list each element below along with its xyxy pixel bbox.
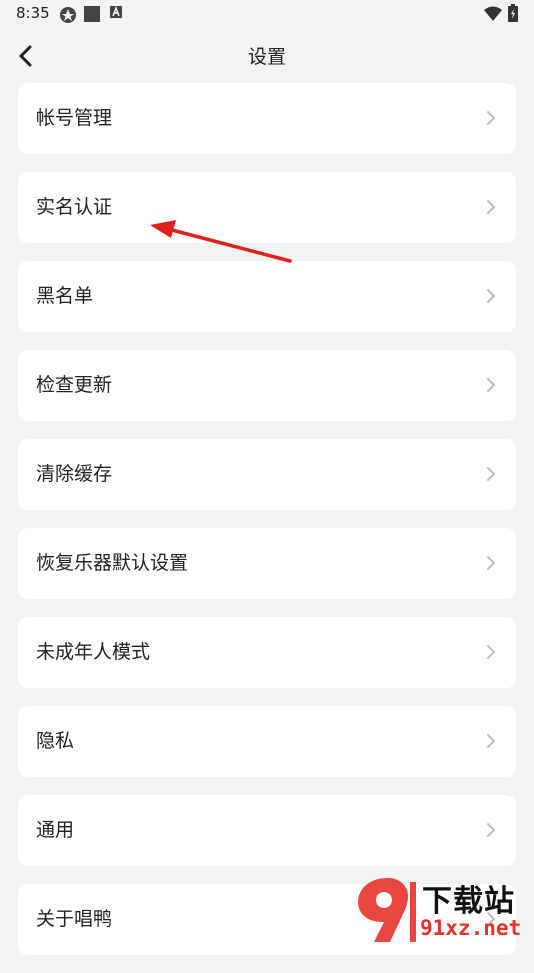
watermark: 下载站 91xz.net [352, 872, 528, 946]
status-time: 8:35 [16, 4, 50, 22]
settings-item-label: 隐私 [36, 730, 75, 752]
settings-item-label: 实名认证 [36, 196, 113, 218]
app-notification-icon [60, 7, 76, 23]
header: 设置 [0, 32, 534, 80]
chevron-right-icon [487, 467, 496, 481]
settings-item-label: 关于唱鸭 [36, 908, 113, 930]
chevron-right-icon [487, 556, 496, 570]
chevron-right-icon [487, 823, 496, 837]
settings-item-minor-mode[interactable]: 未成年人模式 [18, 617, 516, 688]
wifi-icon [484, 6, 502, 21]
settings-item-label: 帐号管理 [36, 107, 113, 129]
settings-item-blacklist[interactable]: 黑名单 [18, 261, 516, 332]
watermark-brand: 下载站 [422, 884, 515, 919]
settings-item-general[interactable]: 通用 [18, 795, 516, 866]
settings-item-label: 清除缓存 [36, 463, 113, 485]
chevron-right-icon [487, 734, 496, 748]
settings-item-label: 黑名单 [36, 285, 94, 307]
settings-item-check-updates[interactable]: 检查更新 [18, 350, 516, 421]
chevron-right-icon [487, 378, 496, 392]
square-notification-icon [84, 6, 100, 22]
settings-item-label: 检查更新 [36, 374, 113, 396]
status-bar: 8:35 [0, 0, 534, 28]
settings-list: 帐号管理 实名认证 黑名单 检查更新 清除缓存 恢复乐器默认设置 未成年人模式 … [18, 83, 516, 973]
settings-item-privacy[interactable]: 隐私 [18, 706, 516, 777]
battery-icon [508, 4, 518, 22]
chevron-right-icon [487, 645, 496, 659]
settings-item-reset-instrument-defaults[interactable]: 恢复乐器默认设置 [18, 528, 516, 599]
settings-item-account-management[interactable]: 帐号管理 [18, 83, 516, 154]
chevron-right-icon [487, 111, 496, 125]
watermark-site: 91xz.net [420, 916, 522, 940]
settings-item-clear-cache[interactable]: 清除缓存 [18, 439, 516, 510]
settings-item-label: 未成年人模式 [36, 641, 151, 663]
settings-item-label: 通用 [36, 819, 75, 841]
settings-item-real-name-verification[interactable]: 实名认证 [18, 172, 516, 243]
a-notification-icon [110, 6, 122, 18]
settings-item-label: 恢复乐器默认设置 [36, 552, 189, 574]
page-title: 设置 [247, 46, 286, 68]
chevron-right-icon [487, 289, 496, 303]
chevron-right-icon [487, 200, 496, 214]
